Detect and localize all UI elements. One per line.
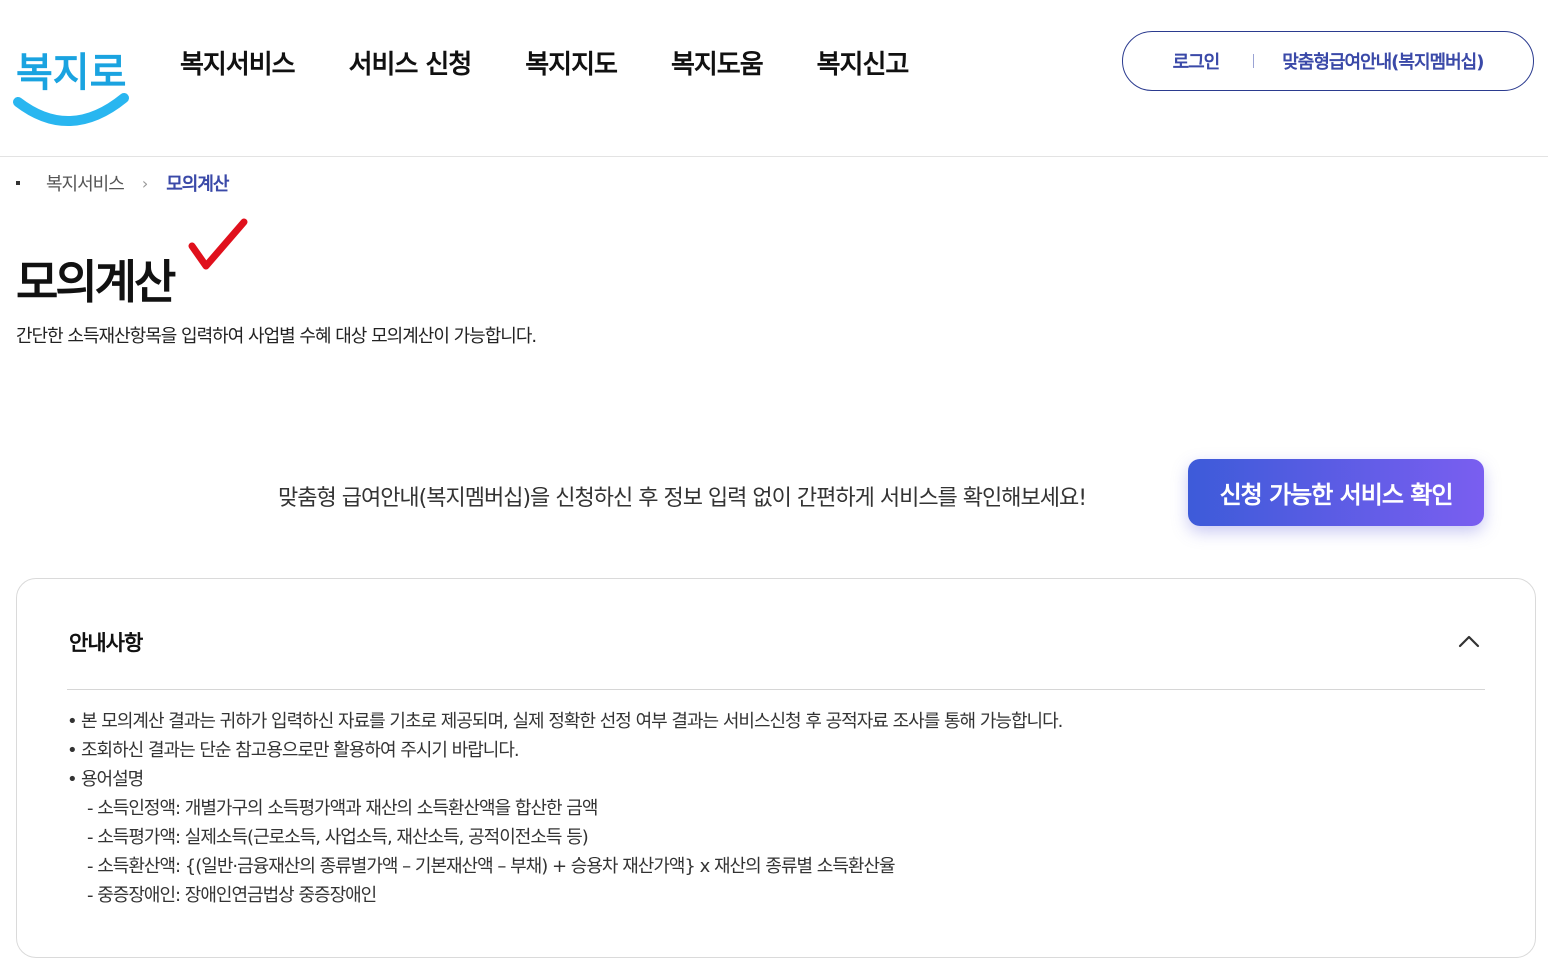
notice-item: 조회하신 결과는 단순 참고용으로만 활용하여 주시기 바랍니다. [67,736,1062,765]
check-mark-icon [188,218,248,270]
membership-link[interactable]: 맞춤형급여안내(복지멤버십) [1282,48,1484,74]
auth-box: 로그인 맞춤형급여안내(복지멤버십) [1122,31,1534,91]
term-item: - 중증장애인: 장애인연금법상 중증장애인 [87,885,377,906]
notice-item: 본 모의계산 결과는 귀하가 입력하신 자료를 기초로 제공되며, 실제 정확한… [67,707,1063,736]
site-header: 복지로 복지서비스 서비스 신청 복지지도 복지도움 복지신고 로그인 맞춤형급… [0,0,1548,157]
chevron-right-icon: › [141,173,149,193]
notice-divider [67,689,1485,690]
login-link[interactable]: 로그인 [1173,48,1221,74]
bokjiro-logo[interactable]: 복지로 [10,22,134,134]
nav-welfare-map[interactable]: 복지지도 [525,44,618,81]
nav-welfare-services[interactable]: 복지서비스 [180,44,296,81]
notice-title: 안내사항 [69,631,143,655]
promo-text: 맞춤형 급여안내(복지멤버십)을 신청하신 후 정보 입력 없이 간편하게 서비… [278,486,1087,511]
page-title: 모의계산 [16,255,176,309]
breadcrumb: 복지서비스 › 모의계산 [16,170,229,196]
svg-text:복지로: 복지로 [16,50,126,96]
nav-service-apply[interactable]: 서비스 신청 [349,44,473,81]
breadcrumb-current: 모의계산 [166,174,229,195]
chevron-up-icon[interactable] [1457,629,1481,653]
breadcrumb-parent[interactable]: 복지서비스 [46,170,125,196]
page-description: 간단한 소득재산항목을 입력하여 사업별 수혜 대상 모의계산이 가능합니다. [16,326,537,347]
nav-welfare-report[interactable]: 복지신고 [817,44,910,81]
term-item: - 소득환산액: {(일반·금융재산의 종류별가액 – 기본재산액 – 부채) … [87,856,896,877]
notice-item: 용어설명 [67,765,1062,794]
notice-panel: 안내사항 본 모의계산 결과는 귀하가 입력하신 자료를 기초로 제공되며, 실… [16,578,1536,958]
nav-welfare-help[interactable]: 복지도움 [671,44,764,81]
term-item: - 소득인정액: 개별가구의 소득평가액과 재산의 소득환산액을 합산한 금액 [87,798,598,819]
term-item: - 소득평가액: 실제소득(근로소득, 사업소득, 재산소득, 공적이전소득 등… [87,827,589,848]
check-eligible-services-button[interactable]: 신청 가능한 서비스 확인 [1188,459,1484,526]
auth-divider [1253,54,1255,68]
notice-list: 본 모의계산 결과는 귀하가 입력하신 자료를 기초로 제공되며, 실제 정확한… [67,707,1063,910]
breadcrumb-home-dot [16,181,20,185]
main-nav: 복지서비스 서비스 신청 복지지도 복지도움 복지신고 [180,44,962,81]
